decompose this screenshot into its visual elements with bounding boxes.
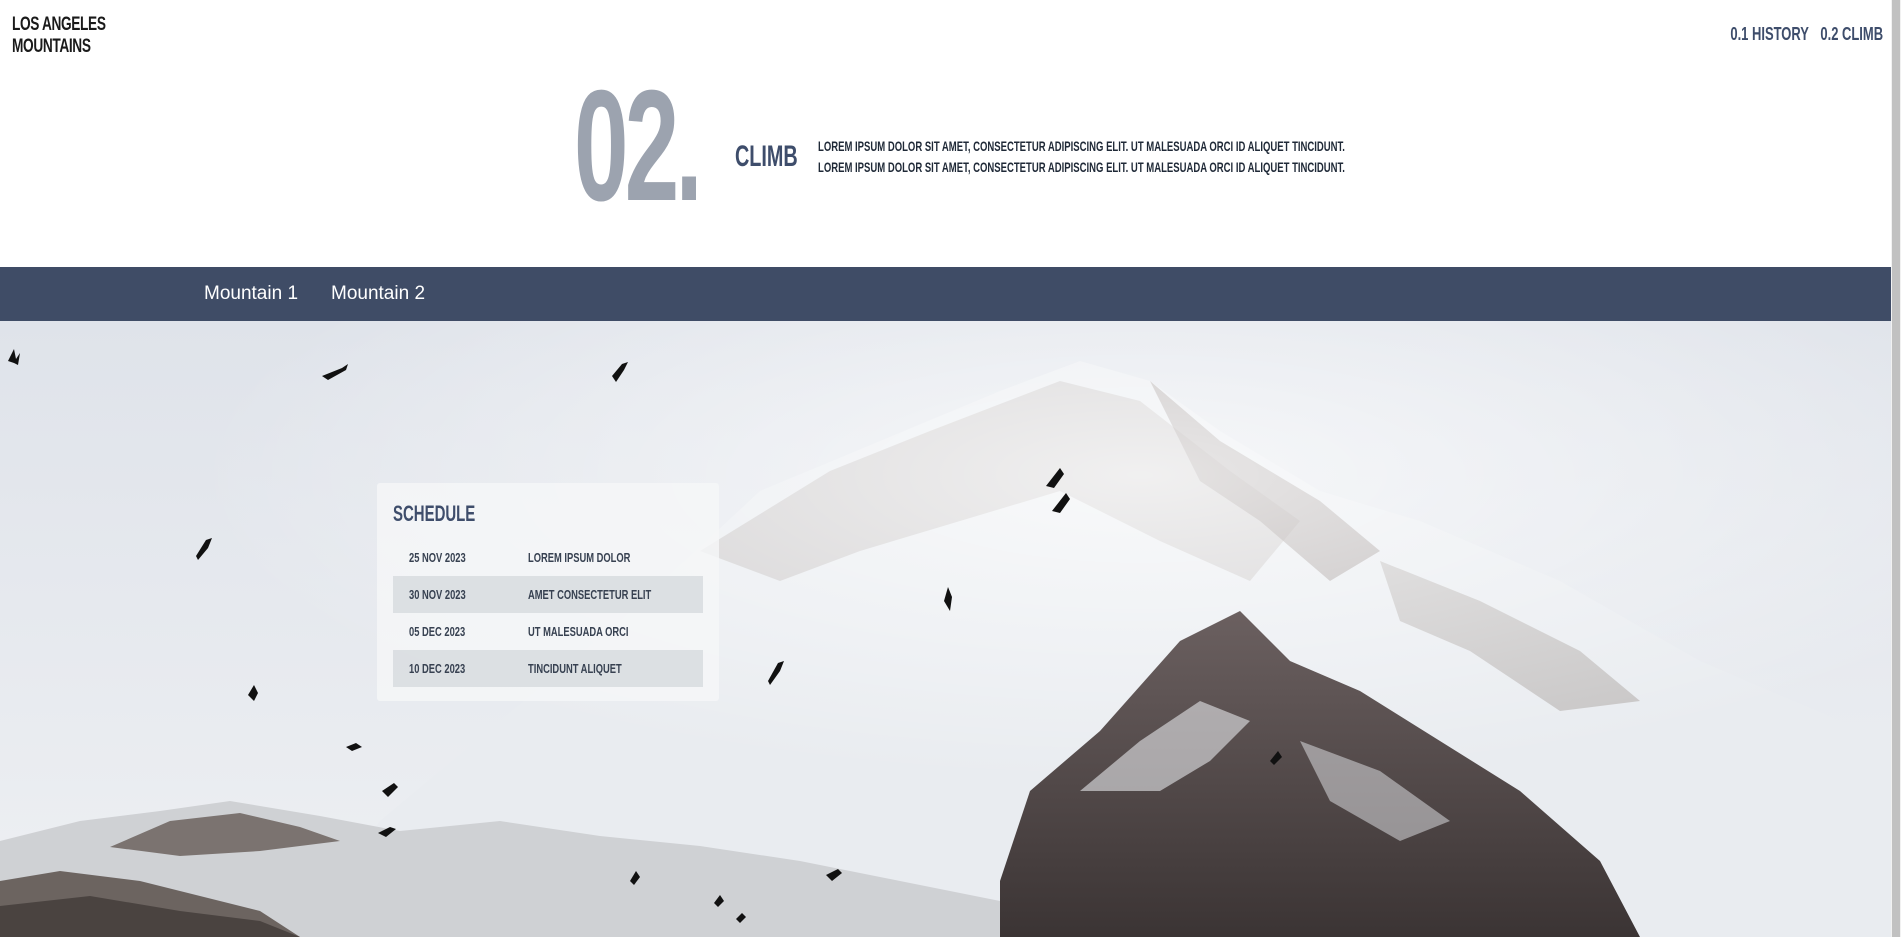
logo-line-2: MOUNTAINS — [12, 36, 91, 57]
site-logo[interactable]: LOS ANGELES MOUNTAINS — [12, 14, 106, 58]
schedule-row: 05 DEC 2023 UT MALESUADA ORCI — [393, 613, 703, 650]
schedule-row: 25 NOV 2023 LOREM IPSUM DOLOR — [393, 539, 703, 576]
schedule-date: 30 NOV 2023 — [409, 587, 466, 602]
schedule-event: AMET CONSECTETUR ELIT — [528, 587, 652, 602]
section-label: CLIMB — [735, 140, 798, 173]
mountain-illustration — [0, 321, 1900, 937]
nav-link-history[interactable]: 0.1 HISTORY — [1730, 24, 1809, 45]
tab-mountain-1[interactable]: Mountain 1 — [204, 283, 298, 305]
section-number: 02. — [574, 58, 703, 234]
mountain-tab-bar: Mountain 1 Mountain 2 — [0, 267, 1900, 321]
top-nav: 0.1 HISTORY 0.2 CLIMB — [1730, 24, 1883, 45]
schedule-date: 05 DEC 2023 — [409, 624, 466, 639]
page-scrollbar[interactable] — [1891, 0, 1901, 937]
schedule-card: SCHEDULE 25 NOV 2023 LOREM IPSUM DOLOR 3… — [377, 483, 719, 701]
description-line-2: LOREM IPSUM DOLOR SIT AMET, CONSECTETUR … — [818, 159, 1345, 175]
logo-line-1: LOS ANGELES — [12, 14, 106, 35]
schedule-date: 10 DEC 2023 — [409, 661, 466, 676]
schedule-date: 25 NOV 2023 — [409, 550, 466, 565]
scrollbar-thumb[interactable] — [1892, 0, 1900, 937]
schedule-title: SCHEDULE — [393, 501, 476, 526]
section-description: LOREM IPSUM DOLOR SIT AMET, CONSECTETUR … — [818, 136, 1345, 178]
tab-mountain-2[interactable]: Mountain 2 — [331, 283, 425, 305]
schedule-event: LOREM IPSUM DOLOR — [528, 550, 631, 565]
mountain-photo: SCHEDULE 25 NOV 2023 LOREM IPSUM DOLOR 3… — [0, 321, 1900, 937]
schedule-row: 10 DEC 2023 TINCIDUNT ALIQUET — [393, 650, 703, 687]
nav-link-climb[interactable]: 0.2 CLIMB — [1820, 24, 1883, 45]
schedule-row: 30 NOV 2023 AMET CONSECTETUR ELIT — [393, 576, 703, 613]
schedule-event: TINCIDUNT ALIQUET — [528, 661, 622, 676]
description-line-1: LOREM IPSUM DOLOR SIT AMET, CONSECTETUR … — [818, 138, 1345, 154]
schedule-event: UT MALESUADA ORCI — [528, 624, 629, 639]
